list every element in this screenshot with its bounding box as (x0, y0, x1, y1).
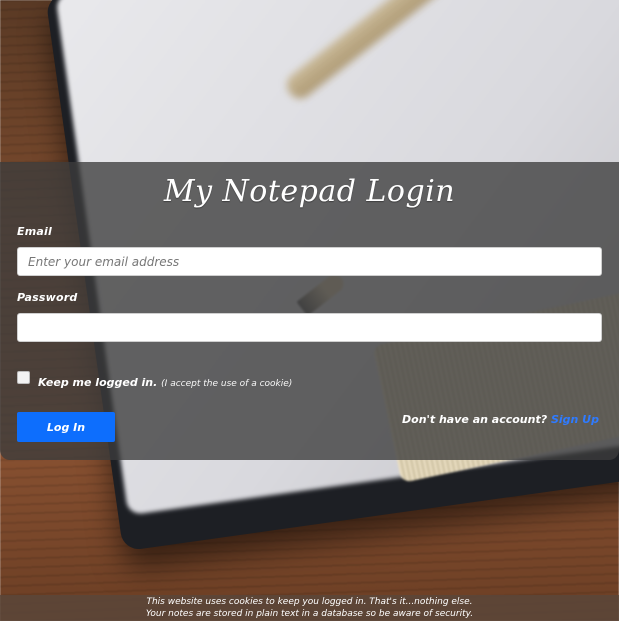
signup-link[interactable]: Sign Up (551, 413, 599, 426)
footer-line-1: This website uses cookies to keep you lo… (146, 597, 473, 607)
footer-line-2: Your notes are stored in plain text in a… (145, 609, 474, 619)
password-label: Password (17, 291, 78, 304)
email-input[interactable] (17, 247, 602, 276)
page-title: My Notepad Login (163, 174, 456, 209)
signup-prompt-text: Don't have an account? (402, 413, 548, 426)
login-button[interactable]: Log In (17, 412, 115, 442)
cookie-note: (I accept the use of a cookie) (161, 379, 293, 389)
login-panel: My Notepad Login Email Password Keep me … (0, 162, 619, 460)
keep-logged-in-checkbox[interactable] (17, 371, 30, 384)
cookie-footer: This website uses cookies to keep you lo… (0, 595, 619, 621)
keep-logged-in-label: Keep me logged in. (I accept the use of … (38, 376, 292, 389)
password-input[interactable] (17, 313, 602, 342)
signup-prompt: Don't have an account? Sign Up (402, 413, 599, 426)
keep-logged-in-text: Keep me logged in. (38, 376, 158, 389)
email-label: Email (17, 225, 52, 238)
